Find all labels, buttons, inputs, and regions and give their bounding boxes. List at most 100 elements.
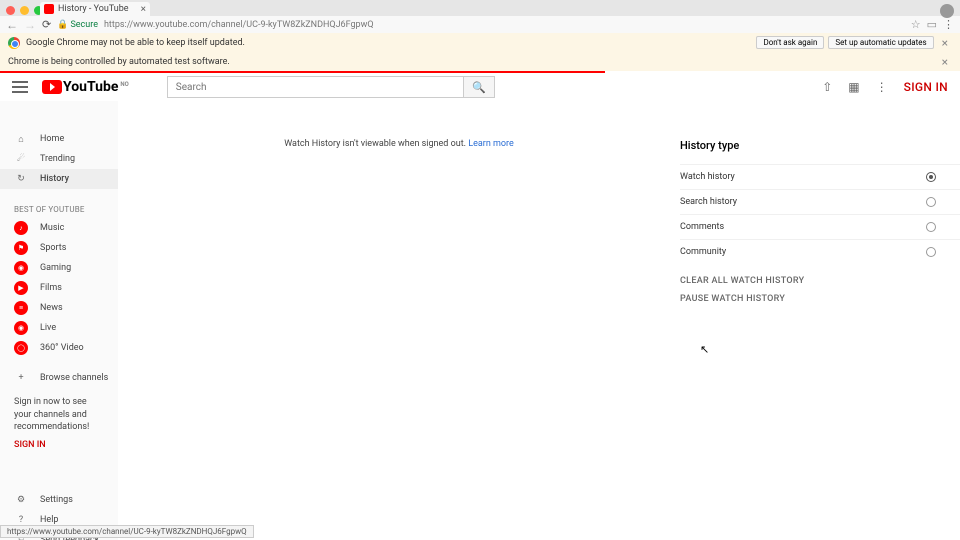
sidebar-item-label: Music [40, 223, 64, 233]
dont-ask-button[interactable]: Don't ask again [756, 36, 824, 49]
automation-warning-text: Chrome is being controlled by automated … [8, 57, 230, 67]
sidebar-item-label: Help [40, 515, 58, 525]
radio-label: Watch history [680, 172, 735, 182]
sidebar-item-label: Settings [40, 495, 73, 505]
radio-icon [926, 172, 936, 182]
gaming-icon: ◉ [14, 261, 28, 275]
history-empty-state: Watch History isn't viewable when signed… [118, 131, 680, 540]
warning-text: Google Chrome may not be able to keep it… [26, 38, 245, 48]
radio-label: Community [680, 247, 726, 257]
logo-text: YouTube [63, 79, 118, 95]
sidebar-item-home[interactable]: ⌂ Home [0, 129, 118, 149]
sidebar-browse-channels[interactable]: + Browse channels [0, 368, 118, 388]
films-icon: ▶ [14, 281, 28, 295]
sidebar-section-title: BEST OF YOUTUBE [0, 199, 118, 218]
setup-updates-button[interactable]: Set up automatic updates [828, 36, 933, 49]
tab-strip: History - YouTube × [0, 0, 960, 16]
sidebar-item-live[interactable]: ◉ Live [0, 318, 118, 338]
sidebar-item-settings[interactable]: ⚙ Settings [0, 490, 118, 510]
sidebar-item-films[interactable]: ▶ Films [0, 278, 118, 298]
radio-icon [926, 197, 936, 207]
forward-icon: → [24, 18, 36, 32]
apps-icon[interactable]: ▦ [848, 80, 859, 94]
sidebar-item-history[interactable]: ↻ History [0, 169, 118, 189]
chrome-update-warning: Google Chrome may not be able to keep it… [0, 33, 960, 52]
url-text[interactable]: https://www.youtube.com/channel/UC-9-kyT… [104, 20, 374, 30]
pause-history-button[interactable]: PAUSE WATCH HISTORY [680, 294, 960, 304]
chrome-icon [8, 37, 20, 49]
youtube-favicon-icon [44, 4, 54, 14]
automation-warning: Chrome is being controlled by automated … [0, 52, 960, 71]
status-bar: https://www.youtube.com/channel/UC-9-kyT… [0, 525, 254, 538]
sidebar-item-label: Browse channels [40, 373, 108, 383]
radio-comments[interactable]: Comments [680, 214, 960, 239]
live-icon: ◉ [14, 321, 28, 335]
home-icon: ⌂ [14, 132, 28, 146]
automation-close-icon[interactable]: × [938, 55, 952, 69]
plus-icon: + [14, 371, 28, 385]
sidebar-item-gaming[interactable]: ◉ Gaming [0, 258, 118, 278]
tab-title: History - YouTube [58, 4, 129, 14]
youtube-logo[interactable]: YouTube NO [42, 79, 129, 95]
news-icon: ≡ [14, 301, 28, 315]
back-icon[interactable]: ← [6, 18, 18, 32]
lock-icon: 🔒 [57, 20, 68, 30]
sidebar-sign-in-button[interactable]: SIGN IN [0, 436, 118, 460]
learn-more-link[interactable]: Learn more [468, 139, 514, 149]
browser-tab[interactable]: History - YouTube × [40, 2, 150, 16]
sidebar-item-sports[interactable]: ⚑ Sports [0, 238, 118, 258]
gear-icon: ⚙ [14, 493, 28, 507]
browser-chrome: History - YouTube × ← → ⟳ 🔒 Secure https… [0, 0, 960, 33]
logo-region: NO [120, 81, 128, 88]
search-button[interactable]: 🔍 [463, 76, 495, 98]
radio-watch-history[interactable]: Watch history [680, 164, 960, 189]
360-icon: ◯ [14, 341, 28, 355]
clear-history-button[interactable]: CLEAR ALL WATCH HISTORY [680, 276, 960, 286]
search-container: 🔍 [167, 76, 495, 98]
content: ⌂ Home ☄ Trending ↻ History BEST OF YOUT… [0, 101, 960, 540]
radio-label: Search history [680, 197, 737, 207]
warning-close-icon[interactable]: × [938, 36, 952, 50]
sidebar-item-360[interactable]: ◯ 360° Video [0, 338, 118, 358]
menu-icon[interactable] [12, 81, 28, 93]
sidebar-item-label: Trending [40, 154, 75, 164]
search-input[interactable] [167, 76, 463, 98]
signed-out-message: Watch History isn't viewable when signed… [284, 139, 466, 149]
tab-close-icon[interactable]: × [141, 4, 146, 15]
sidebar-item-label: Sports [40, 243, 66, 253]
sidebar-item-label: History [40, 174, 69, 184]
secure-badge[interactable]: 🔒 Secure [57, 20, 98, 30]
address-bar: ← → ⟳ 🔒 Secure https://www.youtube.com/c… [0, 16, 960, 33]
sidebar-item-label: Home [40, 134, 64, 144]
sidebar-item-news[interactable]: ≡ News [0, 298, 118, 318]
sidebar: ⌂ Home ☄ Trending ↻ History BEST OF YOUT… [0, 101, 118, 540]
youtube-play-icon [42, 80, 62, 94]
reload-icon[interactable]: ⟳ [42, 18, 51, 31]
radio-search-history[interactable]: Search history [680, 189, 960, 214]
music-icon: ♪ [14, 221, 28, 235]
sidebar-item-label: News [40, 303, 63, 313]
sports-icon: ⚑ [14, 241, 28, 255]
history-type-panel: History type Watch history Search histor… [680, 131, 960, 540]
browser-menu-icon[interactable]: ⋮ [943, 18, 954, 31]
panel-title: History type [680, 139, 960, 152]
upload-icon[interactable]: ⇧ [822, 80, 832, 94]
youtube-header: YouTube NO 🔍 ⇧ ▦ ⋮ SIGN IN [0, 73, 960, 101]
trending-icon: ☄ [14, 152, 28, 166]
radio-label: Comments [680, 222, 724, 232]
extension-icon[interactable]: ▭ [927, 18, 937, 31]
header-actions: ⇧ ▦ ⋮ SIGN IN [822, 80, 948, 94]
sidebar-item-label: 360° Video [40, 343, 84, 353]
more-icon[interactable]: ⋮ [876, 80, 888, 94]
search-icon: 🔍 [472, 81, 486, 94]
history-icon: ↻ [14, 172, 28, 186]
secure-label: Secure [70, 20, 98, 30]
sidebar-item-label: Films [40, 283, 62, 293]
radio-icon [926, 247, 936, 257]
bookmark-star-icon[interactable]: ☆ [911, 18, 921, 31]
radio-community[interactable]: Community [680, 239, 960, 264]
radio-icon [926, 222, 936, 232]
sidebar-item-music[interactable]: ♪ Music [0, 218, 118, 238]
sidebar-item-trending[interactable]: ☄ Trending [0, 149, 118, 169]
sign-in-button[interactable]: SIGN IN [904, 80, 948, 94]
